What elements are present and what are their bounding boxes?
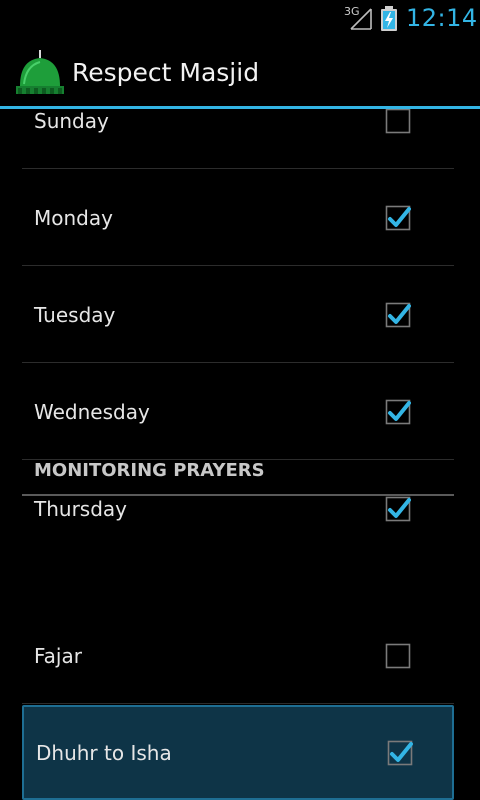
- checkbox-checked-icon[interactable]: [385, 496, 411, 522]
- list-item-sunday[interactable]: Sunday: [22, 109, 454, 169]
- list-item-label: Thursday: [34, 497, 127, 521]
- checkbox-checked-icon[interactable]: [385, 205, 411, 231]
- list-item-fajar[interactable]: Fajar: [22, 608, 454, 704]
- checkbox-unchecked-icon[interactable]: [385, 643, 411, 669]
- checkbox-checked-icon[interactable]: [385, 302, 411, 328]
- signal-icon: [350, 8, 372, 30]
- clock: 12:14: [406, 4, 478, 32]
- status-bar: 3G 12:14: [0, 0, 480, 38]
- checkbox-checked-icon[interactable]: [385, 399, 411, 425]
- section-header-monitoring: MONITORING PRAYERS: [22, 446, 454, 496]
- section-title: MONITORING PRAYERS: [34, 460, 265, 481]
- checkbox-unchecked-icon[interactable]: [385, 109, 411, 134]
- list-item-dhuhr-to-isha[interactable]: Dhuhr to Isha: [22, 705, 454, 800]
- app-title: Respect Masjid: [72, 58, 260, 87]
- masjid-dome-icon[interactable]: [14, 50, 66, 98]
- action-bar: Respect Masjid: [0, 38, 480, 106]
- list-item-label: Dhuhr to Isha: [36, 740, 172, 765]
- list-item-label: Wednesday: [34, 399, 150, 424]
- list-item-label: Fajar: [34, 643, 82, 668]
- list-item-label: Sunday: [34, 109, 109, 133]
- battery-charging-icon: [381, 6, 397, 31]
- list-item-monday[interactable]: Monday: [22, 170, 454, 266]
- checkbox-checked-icon[interactable]: [387, 740, 413, 766]
- list-item-tuesday[interactable]: Tuesday: [22, 267, 454, 363]
- list-item-label: Tuesday: [34, 302, 116, 327]
- list-item-label: Monday: [34, 205, 113, 230]
